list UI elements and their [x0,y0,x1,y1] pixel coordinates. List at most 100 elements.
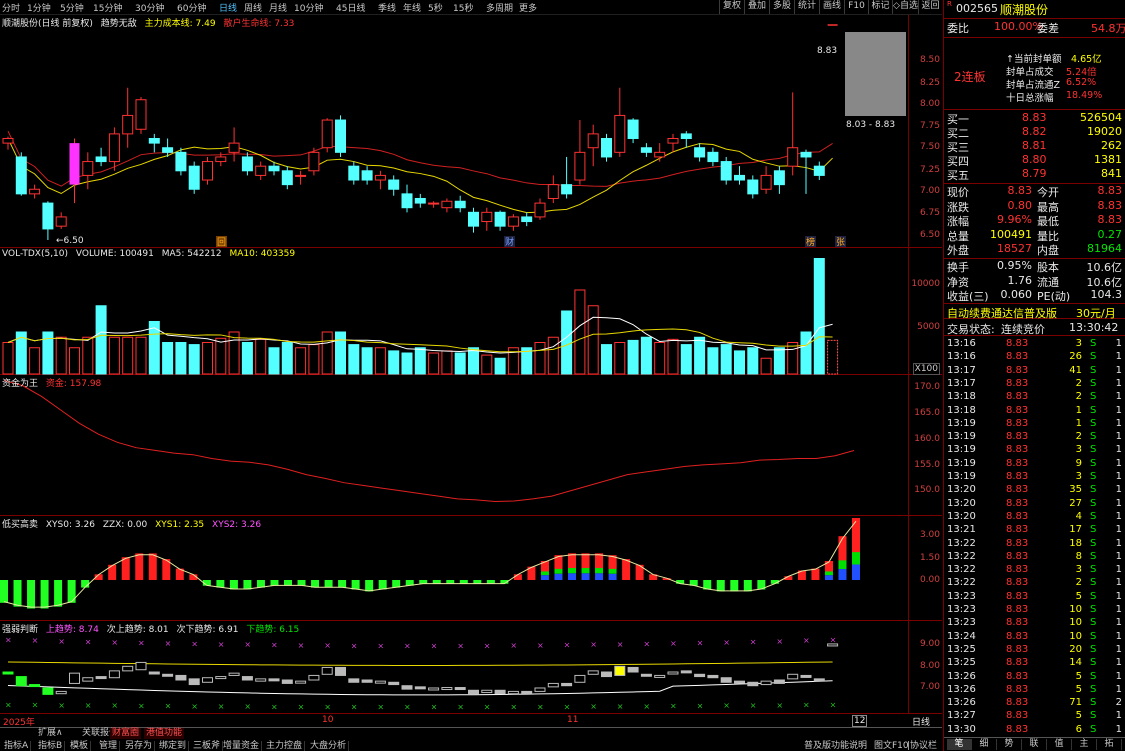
candle-body[interactable] [401,193,413,209]
candle-body[interactable] [55,216,67,227]
candle-body[interactable] [308,151,320,172]
candle-body[interactable] [228,142,240,153]
candle-body[interactable] [654,151,666,158]
side-tab-1[interactable]: 细 [972,739,997,750]
lowbuy-panel[interactable]: 低买高卖 XYS0: 3.26 ZZX: 0.00 XYS1: 2.35 XYS… [0,516,942,621]
candle-body[interactable] [29,188,41,195]
bottom-tab-1[interactable]: 指标B [36,741,66,751]
price-panel[interactable]: 顺潮股份(日线 前复权) 趋势无敌 主力成本线: 7.49 散户生命线: 7.3… [0,15,942,248]
candle-body[interactable] [667,137,679,144]
candle-body[interactable] [321,119,333,149]
candle-body[interactable] [414,197,426,204]
candle-body[interactable] [15,156,27,195]
toolbar-button-8[interactable]: 返回 [918,0,942,14]
side-tab-0[interactable]: 笔 [947,739,972,750]
period-tab-3[interactable]: 15分钟 [93,1,122,14]
candle-body[interactable] [680,133,692,139]
period-tab-5[interactable]: 60分钟 [177,1,206,14]
candle-body[interactable] [2,137,14,144]
bottom-right-tab-2[interactable]: |协议栏 [905,741,939,751]
event-marker[interactable]: 回 [217,237,226,248]
candle-body[interactable] [521,216,533,223]
period-tab-8[interactable]: 月线 [269,1,287,14]
period-tab-1[interactable]: 1分钟 [27,1,51,14]
candle-body[interactable] [494,211,506,227]
period-tab-0[interactable]: 分时 [2,1,20,14]
candle-body[interactable] [148,137,160,144]
bid-row[interactable]: 买三 8.81 262 [944,139,1125,154]
period-tab-14[interactable]: 15秒 [453,1,473,14]
volume-panel[interactable]: VOL-TDX(5,10) VOLUME: 100491 MA5: 542212… [0,248,942,375]
fund-line-chart[interactable] [0,375,908,516]
bottom-tab-6[interactable]: 三板斧 [191,741,224,751]
candle-body[interactable] [441,200,453,209]
candle-body[interactable] [534,202,546,218]
candle-body[interactable] [295,174,307,177]
candle-body[interactable] [454,200,466,209]
toolbar-button-0[interactable]: 复权 [719,0,744,14]
candle-body[interactable] [281,170,293,186]
bid-row[interactable]: 买一 8.83 526504 [944,111,1125,126]
period-tab-2[interactable]: 5分钟 [60,1,84,14]
candle-body[interactable] [268,165,280,172]
period-tab-11[interactable]: 季线 [378,1,396,14]
candle-body[interactable] [627,119,639,139]
candle-body[interactable] [188,165,200,190]
bottom-tab-3[interactable]: 管理 [97,741,121,751]
candlestick-chart[interactable]: ←6.50 8.83 8.03 - 8.83 回 财 榜 张 [0,15,908,248]
candle-body[interactable] [348,165,360,181]
bottom-top-tab-0[interactable]: 扩展∧ [36,728,65,739]
volume-chart[interactable] [0,248,908,375]
candle-body[interactable] [335,119,346,153]
toolbar-button-2[interactable]: 多股 [769,0,794,14]
lowbuy-histogram[interactable] [0,516,908,621]
candle-body[interactable] [175,151,187,172]
candle-body[interactable] [241,156,253,172]
candle-body[interactable] [507,216,519,227]
fund-panel[interactable]: 资金为王 资金: 157.98 170.0 165.0 160.0 155.0 150.… [0,375,942,516]
toolbar-button-6[interactable]: 标记 [868,0,892,14]
candle-body[interactable] [773,170,785,186]
candle-body[interactable] [547,184,559,199]
candle-body[interactable] [69,143,80,185]
side-tab-2[interactable]: 势 [997,739,1022,750]
candle-body[interactable] [707,151,719,163]
candle-body[interactable] [747,179,759,195]
fund-indicator-title[interactable]: 资金为王 [2,379,38,389]
candle-body[interactable] [813,165,825,176]
candle-body[interactable] [561,184,573,195]
period-tab-15[interactable]: 多周期 [486,1,513,14]
candle-body[interactable] [587,133,599,149]
candle-body[interactable] [361,170,373,181]
promo-banner[interactable]: 自动续费通达信普及版 30元/月 [944,303,1125,321]
candle-body[interactable] [468,211,479,227]
bid-row[interactable]: 买四 8.80 1381 [944,153,1125,168]
candle-body[interactable] [574,151,586,181]
candle-body[interactable] [108,133,120,163]
candle-body[interactable] [162,147,174,153]
candle-body[interactable] [255,165,267,176]
bottom-top-tab-3[interactable]: 港值功能 [144,728,185,739]
candle-body[interactable] [202,161,213,181]
strength-indicator-title[interactable]: 强弱判断 [2,625,38,635]
bottom-tab-7[interactable]: 增量资金 [221,741,263,751]
period-tab-4[interactable]: 30分钟 [135,1,164,14]
candle-body[interactable] [481,211,493,223]
volume-indicator-title[interactable]: VOL-TDX(5,10) [2,249,68,259]
event-marker[interactable]: 张 [836,237,845,248]
candle-body[interactable] [122,114,134,135]
toolbar-button-7[interactable]: ◇自选 [892,0,918,14]
indicator-name[interactable]: 趋势无敌 [101,19,137,29]
candle-body[interactable] [388,179,400,190]
bottom-tab-2[interactable]: 模板 [68,741,92,751]
period-tab-12[interactable]: 年线 [403,1,421,14]
bottom-tab-4[interactable]: 另存为 [123,741,156,751]
period-tab-9[interactable]: 10分钟 [294,1,323,14]
event-marker[interactable]: 财 [505,236,514,248]
promo-text[interactable]: 自动续费通达信普及版 [947,305,1057,321]
candle-body[interactable] [640,147,652,153]
bottom-tab-5[interactable]: 绑定到 [157,741,190,751]
candle-body[interactable] [82,161,94,176]
candle-body[interactable] [428,202,440,205]
toolbar-button-1[interactable]: 叠加 [744,0,769,14]
